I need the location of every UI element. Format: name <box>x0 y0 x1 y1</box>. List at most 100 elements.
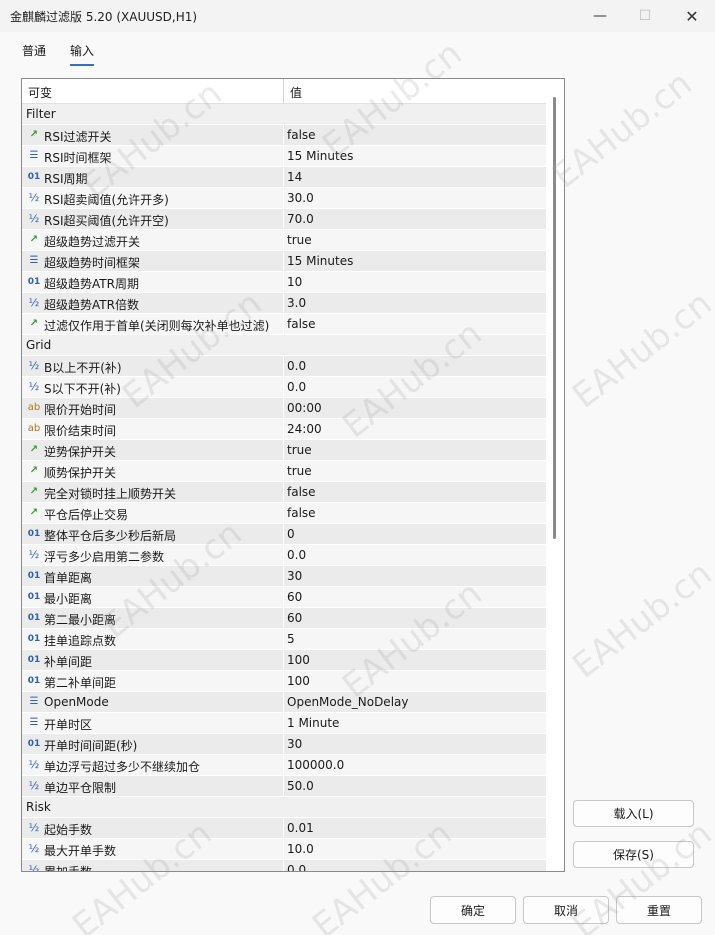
parameter-value[interactable]: 100 <box>287 653 310 667</box>
parameter-row[interactable]: ½ 起始手数 0.01 <box>22 818 546 839</box>
parameter-value[interactable]: false <box>287 506 316 520</box>
parameter-row[interactable]: ½ 最大开单手数 10.0 <box>22 839 546 860</box>
dialog-body: 普通 输入 可变 值 Filter ↗ RSI过滤开关 false ☰ RSI时间框架 15… <box>0 32 715 935</box>
double-param-icon: ½ <box>28 779 40 792</box>
parameter-value[interactable]: 24:00 <box>287 422 322 436</box>
parameter-value[interactable]: 30.0 <box>287 191 314 205</box>
enum-param-icon: ☰ <box>29 717 39 728</box>
group-label: Risk <box>26 800 51 814</box>
group-row[interactable]: Filter <box>22 104 546 125</box>
parameter-row[interactable]: 01 第二补单间距 100 <box>22 671 546 692</box>
parameter-row[interactable]: ↗ RSI过滤开关 false <box>22 125 546 146</box>
parameter-name: 限价结束时间 <box>44 424 117 438</box>
tab-inputs[interactable]: 输入 <box>70 42 95 66</box>
parameter-value[interactable]: 0.01 <box>287 821 314 835</box>
parameter-row[interactable]: 01 开单时间间距(秒) 30 <box>22 734 546 755</box>
parameter-row[interactable]: ↗ 平仓后停止交易 false <box>22 503 546 524</box>
parameter-row[interactable]: 01 超级趋势ATR周期 10 <box>22 272 546 293</box>
enum-param-icon: ☰ <box>29 150 39 161</box>
parameter-value[interactable]: 10.0 <box>287 842 314 856</box>
parameter-value[interactable]: 60 <box>287 611 302 625</box>
parameter-row[interactable]: ½ 单边浮亏超过多少不继续加仓 100000.0 <box>22 755 546 776</box>
parameter-value[interactable]: 70.0 <box>287 212 314 226</box>
parameter-value[interactable]: true <box>287 233 312 247</box>
close-icon[interactable]: ✕ <box>669 0 715 32</box>
parameter-value[interactable]: 15 Minutes <box>287 254 353 268</box>
cell-divider <box>283 818 284 839</box>
column-header-variable[interactable]: 可变 <box>28 84 52 101</box>
ok-button[interactable]: 确定 <box>430 896 516 924</box>
parameter-value[interactable]: 0 <box>287 527 295 541</box>
parameter-value[interactable]: 30 <box>287 737 302 751</box>
parameter-row[interactable]: ☰ RSI时间框架 15 Minutes <box>22 146 546 167</box>
parameter-value[interactable]: 1 Minute <box>287 716 339 730</box>
cancel-button[interactable]: 取消 <box>523 896 609 924</box>
parameter-value[interactable]: false <box>287 485 316 499</box>
parameter-row[interactable]: ½ S以下不开(补) 0.0 <box>22 377 546 398</box>
tab-common[interactable]: 普通 <box>22 42 46 64</box>
column-divider[interactable] <box>283 79 284 103</box>
parameter-value[interactable]: 00:00 <box>287 401 322 415</box>
parameter-value[interactable]: 100 <box>287 674 310 688</box>
parameter-value[interactable]: true <box>287 443 312 457</box>
save-button[interactable]: 保存(S) <box>573 841 694 868</box>
parameter-value[interactable]: 3.0 <box>287 296 306 310</box>
parameter-row[interactable]: ½ 单边平仓限制 50.0 <box>22 776 546 797</box>
tab-bar: 普通 输入 <box>0 32 715 66</box>
parameter-row[interactable]: 01 补单间距 100 <box>22 650 546 671</box>
parameter-value[interactable]: 0.0 <box>287 548 306 562</box>
bool-param-icon: ↗ <box>29 234 39 245</box>
parameter-row[interactable]: ☰ 开单时区 1 Minute <box>22 713 546 734</box>
parameter-row[interactable]: ½ B以上不开(补) 0.0 <box>22 356 546 377</box>
parameter-value[interactable]: 15 Minutes <box>287 149 353 163</box>
parameter-value[interactable]: 0.0 <box>287 380 306 394</box>
parameter-value[interactable]: false <box>287 317 316 331</box>
parameter-value[interactable]: 0.0 <box>287 863 306 871</box>
reset-button[interactable]: 重置 <box>616 896 702 924</box>
double-param-icon: ½ <box>28 548 40 561</box>
parameter-row[interactable]: ½ 超级趋势ATR倍数 3.0 <box>22 293 546 314</box>
parameter-row[interactable]: 01 最小距离 60 <box>22 587 546 608</box>
parameter-name: 浮亏多少启用第二参数 <box>44 550 165 564</box>
parameter-row[interactable]: 01 挂单追踪点数 5 <box>22 629 546 650</box>
parameter-row[interactable]: ½ RSI超买阈值(允许开空) 70.0 <box>22 209 546 230</box>
minimize-icon[interactable]: — <box>577 0 623 32</box>
column-header-value[interactable]: 值 <box>290 84 302 101</box>
parameter-value[interactable]: 60 <box>287 590 302 604</box>
int-param-icon: 01 <box>27 571 41 581</box>
parameter-row[interactable]: ↗ 顺势保护开关 true <box>22 461 546 482</box>
cell-divider <box>283 839 284 860</box>
parameter-value[interactable]: 10 <box>287 275 302 289</box>
vertical-scrollbar[interactable] <box>547 79 564 871</box>
parameter-value[interactable]: OpenMode_NoDelay <box>287 695 408 709</box>
group-row[interactable]: Risk <box>22 797 546 818</box>
parameter-row[interactable]: ab 限价开始时间 00:00 <box>22 398 546 419</box>
parameter-value[interactable]: 0.0 <box>287 359 306 373</box>
parameter-row[interactable]: ½ RSI超卖阈值(允许开多) 30.0 <box>22 188 546 209</box>
parameter-value[interactable]: 5 <box>287 632 295 646</box>
parameter-row[interactable]: ab 限价结束时间 24:00 <box>22 419 546 440</box>
parameter-row[interactable]: 01 首单距离 30 <box>22 566 546 587</box>
parameter-row[interactable]: ☰ OpenMode OpenMode_NoDelay <box>22 692 546 713</box>
parameter-row[interactable]: 01 RSI周期 14 <box>22 167 546 188</box>
parameter-value[interactable]: false <box>287 128 316 142</box>
parameter-row[interactable]: ☰ 超级趋势时间框架 15 Minutes <box>22 251 546 272</box>
group-row[interactable]: Grid <box>22 335 546 356</box>
parameter-name: 开单时区 <box>44 718 93 732</box>
parameter-value[interactable]: 14 <box>287 170 302 184</box>
parameter-name: 平仓后停止交易 <box>44 508 129 522</box>
parameter-row[interactable]: 01 第二最小距离 60 <box>22 608 546 629</box>
parameter-value[interactable]: 30 <box>287 569 302 583</box>
parameter-row[interactable]: ↗ 逆势保护开关 true <box>22 440 546 461</box>
load-button[interactable]: 载入(L) <box>573 800 694 827</box>
parameter-value[interactable]: true <box>287 464 312 478</box>
parameter-value[interactable]: 50.0 <box>287 779 314 793</box>
parameter-row[interactable]: ½ 浮亏多少启用第二参数 0.0 <box>22 545 546 566</box>
scrollbar-thumb[interactable] <box>553 97 556 539</box>
parameter-row[interactable]: ½ 累加手数 0.0 <box>22 860 546 871</box>
parameter-row[interactable]: ↗ 过滤仅作用于首单(关闭则每次补单也过滤) false <box>22 314 546 335</box>
parameter-row[interactable]: ↗ 超级趋势过滤开关 true <box>22 230 546 251</box>
parameter-row[interactable]: 01 整体平仓后多少秒后新局 0 <box>22 524 546 545</box>
parameter-row[interactable]: ↗ 完全对锁时挂上顺势开关 false <box>22 482 546 503</box>
parameter-value[interactable]: 100000.0 <box>287 758 344 772</box>
